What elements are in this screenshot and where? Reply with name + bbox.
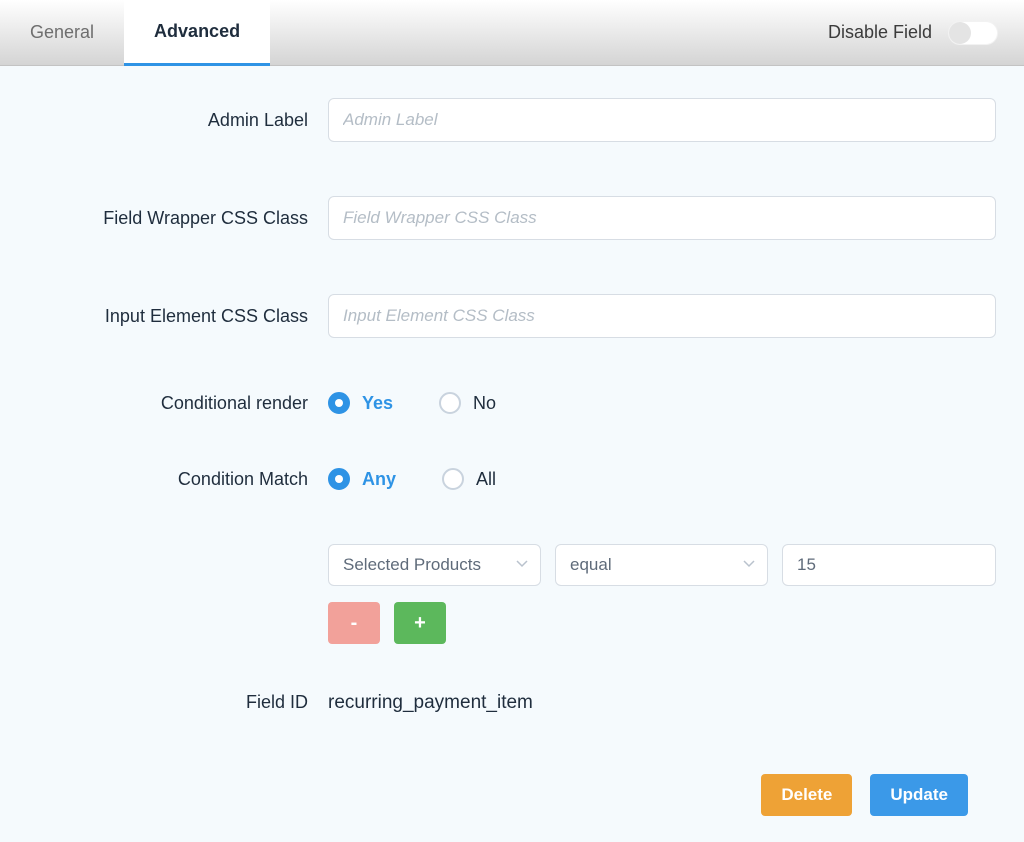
remove-condition-button[interactable]: - (328, 602, 380, 644)
add-condition-button[interactable]: + (394, 602, 446, 644)
wrapper-class-input[interactable] (328, 196, 996, 240)
row-admin-label: Admin Label (28, 98, 996, 142)
wrapper-class-label: Field Wrapper CSS Class (28, 208, 328, 229)
field-id-value: recurring_payment_item (328, 692, 533, 714)
tab-advanced[interactable]: Advanced (124, 0, 270, 66)
tab-general[interactable]: General (0, 0, 124, 66)
radio-dot-icon (328, 392, 350, 414)
condition-operator-select[interactable]: equal (555, 544, 768, 586)
conditional-render-label: Conditional render (28, 393, 328, 414)
radio-dot-icon (439, 392, 461, 414)
conditional-render-yes-label: Yes (362, 393, 393, 414)
condition-value-input[interactable] (782, 544, 996, 586)
toggle-knob (949, 22, 971, 44)
condition-rule-row: Selected Products equal (328, 544, 996, 586)
row-wrapper-class: Field Wrapper CSS Class (28, 196, 996, 240)
chevron-down-icon (743, 555, 755, 575)
condition-field-value: Selected Products (343, 555, 481, 575)
row-input-class: Input Element CSS Class (28, 294, 996, 338)
condition-match-all[interactable]: All (442, 468, 496, 490)
admin-label-input[interactable] (328, 98, 996, 142)
row-condition-match: Condition Match Any All (28, 468, 996, 490)
disable-field-toggle[interactable] (948, 21, 998, 45)
row-field-id: Field ID recurring_payment_item (28, 692, 996, 714)
footer-actions: Delete Update (28, 774, 996, 816)
condition-match-all-label: All (476, 469, 496, 490)
disable-field-wrap: Disable Field (828, 21, 1024, 45)
radio-dot-icon (328, 468, 350, 490)
conditional-render-no-label: No (473, 393, 496, 414)
chevron-down-icon (516, 555, 528, 575)
condition-operator-value: equal (570, 555, 612, 575)
condition-buttons: - + (328, 602, 996, 644)
conditional-render-no[interactable]: No (439, 392, 496, 414)
condition-match-any[interactable]: Any (328, 468, 396, 490)
radio-dot-icon (442, 468, 464, 490)
condition-match-label: Condition Match (28, 469, 328, 490)
disable-field-label: Disable Field (828, 22, 932, 43)
input-class-label: Input Element CSS Class (28, 306, 328, 327)
input-class-input[interactable] (328, 294, 996, 338)
row-conditional-render: Conditional render Yes No (28, 392, 996, 414)
update-button[interactable]: Update (870, 774, 968, 816)
admin-label-label: Admin Label (28, 110, 328, 131)
condition-match-any-label: Any (362, 469, 396, 490)
condition-field-select[interactable]: Selected Products (328, 544, 541, 586)
delete-button[interactable]: Delete (761, 774, 852, 816)
tab-bar: General Advanced Disable Field (0, 0, 1024, 66)
conditional-render-yes[interactable]: Yes (328, 392, 393, 414)
field-id-label: Field ID (28, 692, 328, 713)
form-area: Admin Label Field Wrapper CSS Class Inpu… (0, 66, 1024, 816)
